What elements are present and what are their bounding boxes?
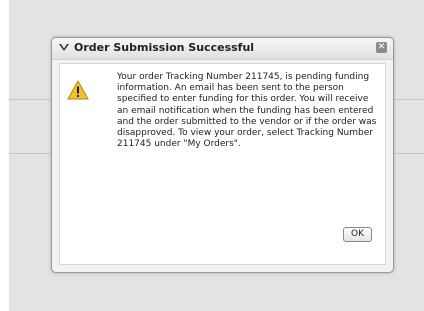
dialog-title: Order Submission Successful: [74, 41, 255, 54]
background-divider-top-right: [394, 99, 424, 100]
close-icon: ✕: [377, 42, 386, 52]
chevron-down-icon: [59, 44, 69, 51]
dialog-titlebar[interactable]: Order Submission Successful ✕: [52, 38, 393, 60]
dialog-message: Your order Tracking Number 211745, is pe…: [117, 72, 377, 150]
order-success-dialog: Order Submission Successful ✕ Your order…: [51, 37, 394, 273]
background-divider-top-left: [9, 99, 51, 100]
close-button[interactable]: ✕: [376, 42, 387, 53]
dialog-content: Your order Tracking Number 211745, is pe…: [59, 63, 386, 265]
ok-button[interactable]: OK: [343, 227, 372, 242]
background-divider-bottom-left: [9, 153, 51, 154]
warning-icon: [67, 80, 89, 100]
background-divider-bottom-right: [394, 153, 424, 154]
